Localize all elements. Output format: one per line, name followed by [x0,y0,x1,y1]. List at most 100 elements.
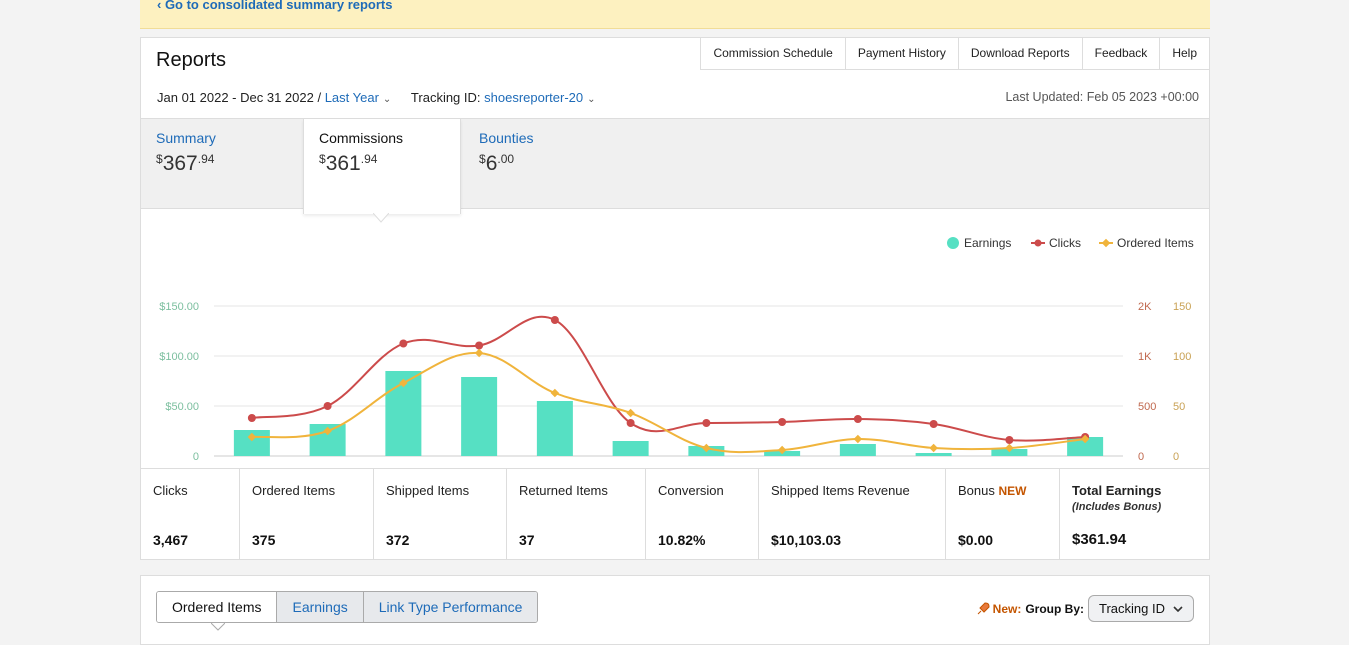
tracking-label: Tracking ID: [410,90,481,105]
chart-legend: Earnings Clicks Ordered Items [947,236,1194,250]
tab-download-reports[interactable]: Download Reports [957,38,1082,70]
right-axis-ordered-tick: 100 [1173,351,1191,363]
tab-help[interactable]: Help [1159,38,1209,70]
tab-feedback[interactable]: Feedback [1081,38,1160,70]
stat-value: $361.94 [1072,531,1127,548]
bounties-amount: $6.00 [479,152,515,175]
tab-earnings[interactable]: Earnings [276,592,363,622]
stat-value: 3,467 [153,532,189,548]
date-range: Jan 01 2022 - Dec 31 2022 / [157,90,322,105]
tracking-id-value: shoesreporter-20 [484,90,584,105]
stat-value: 10.82% [658,532,706,548]
legend-clicks-marker-dot [1034,239,1042,247]
chevron-down-icon [1173,605,1183,612]
active-tab-caret-icon [211,623,225,631]
ordered-items-point [626,408,635,418]
stat-value: $10,103.03 [771,532,842,548]
tab-summary-label: Summary [156,130,216,146]
legend-earnings-marker [947,237,959,249]
clicks-point [247,414,256,422]
legend-earnings: Earnings [964,236,1011,250]
clicks-point [399,339,408,348]
stats-row: Clicks 3,467 Ordered Items 375 Shipped Ite… [141,468,1209,560]
chevron-down-icon: ⌄ [587,94,596,105]
earnings-chart: $150.002K150$100.001K100$50.0050050000Ja… [159,236,1194,468]
tab-bounties[interactable]: Bounties $6.00 [464,119,622,210]
right-axis-ordered-tick: 0 [1173,451,1179,463]
summary-banner: ‹ Go to consolidated summary reports [140,0,1210,29]
period-label: Last Year [324,90,379,105]
page-title: Reports [156,49,227,71]
stat-value: 37 [519,532,535,548]
left-axis-tick: $150.00 [159,301,199,313]
summary-tabs: Summary $367.94 Commissions $361.94 Boun… [141,118,1209,214]
group-by-select[interactable]: Tracking ID [1088,595,1194,622]
tab-summary[interactable]: Summary $367.94 [141,119,299,210]
group-by-control: New: Group By: Tracking ID [976,595,1194,622]
stat-shipped-revenue: Shipped Items Revenue $10,103.03 [759,469,946,560]
stat-clicks: Clicks 3,467 [141,469,240,560]
reports-card: Reports Commission Schedule Payment Hist… [140,37,1210,560]
date-filter-row: Jan 01 2022 - Dec 31 2022 / Last Year ⌄ T… [157,90,596,105]
right-axis-ordered-tick: 150 [1173,301,1191,313]
clicks-point [1005,436,1014,444]
stat-shipped-items: Shipped Items 372 [374,469,507,560]
new-label: New: [992,601,1022,616]
stat-conversion: Conversion 10.82% [646,469,759,560]
stat-value: 372 [386,532,410,548]
clicks-point [550,316,559,324]
clicks-point [702,419,711,427]
last-updated: Last Updated: Feb 05 2023 +00:00 [1005,90,1199,104]
chevron-down-icon: ⌄ [382,94,392,105]
rocket-icon [977,601,990,614]
right-axis-clicks-tick: 500 [1138,401,1156,413]
legend-ordered-marker-dot [1101,238,1111,248]
stat-returned-items: Returned Items 37 [507,469,646,560]
stat-ordered-items: Ordered Items 375 [240,469,374,560]
right-axis-clicks-tick: 0 [1138,451,1144,463]
left-axis-tick: 0 [193,451,199,463]
left-axis-tick: $100.00 [159,351,199,363]
ordered-items-point [550,388,560,398]
stat-bonus: Bonus NEW $0.00 [946,469,1060,560]
consolidated-reports-link[interactable]: ‹ Go to consolidated summary reports [157,0,393,12]
summary-amount: $367.94 [156,152,215,175]
left-axis-tick: $50.00 [165,401,199,413]
earnings-bar [461,377,498,456]
ordered-items-point [853,434,863,444]
new-badge: NEW [998,484,1027,498]
clicks-line [251,315,1086,442]
top-nav: Commission Schedule Payment History Down… [700,38,1209,70]
earnings-bar [839,444,876,456]
legend-ordered-items: Ordered Items [1117,236,1194,250]
right-axis-ordered-tick: 50 [1173,401,1185,413]
ordered-items-point [929,443,938,453]
stat-total-earnings: Total Earnings (Includes Bonus) $361.94 [1072,483,1162,548]
tab-commissions[interactable]: Commissions $361.94 [303,119,461,214]
group-by-label: Group By: [1025,601,1085,616]
breakdown-tabs: Ordered Items Earnings Link Type Perform… [156,591,539,623]
ordered-items-line [251,351,1086,454]
tab-commission-schedule[interactable]: Commission Schedule [700,38,845,70]
clicks-point [853,415,862,423]
tab-link-type-performance[interactable]: Link Type Performance [362,592,538,622]
tab-payment-history[interactable]: Payment History [844,38,958,70]
tab-bounties-label: Bounties [479,130,534,146]
clicks-point [626,419,635,427]
earnings-bar [612,441,649,456]
legend-clicks: Clicks [1049,236,1081,250]
right-axis-clicks-tick: 1K [1138,351,1152,363]
right-axis-clicks-tick: 2K [1138,301,1152,313]
tab-ordered-items[interactable]: Ordered Items [157,592,277,622]
tracking-id-dropdown[interactable]: shoesreporter-20 ⌄ [484,90,595,105]
commissions-amount: $361.94 [319,152,378,175]
earnings-bar [915,453,952,456]
period-dropdown[interactable]: Last Year ⌄ [325,90,392,105]
stat-value: 375 [252,532,276,548]
clicks-point [323,402,332,410]
clicks-point [475,341,484,350]
clicks-point [929,420,938,428]
clicks-point [778,418,787,426]
tab-commissions-label: Commissions [319,130,404,146]
earnings-bar [536,401,573,456]
